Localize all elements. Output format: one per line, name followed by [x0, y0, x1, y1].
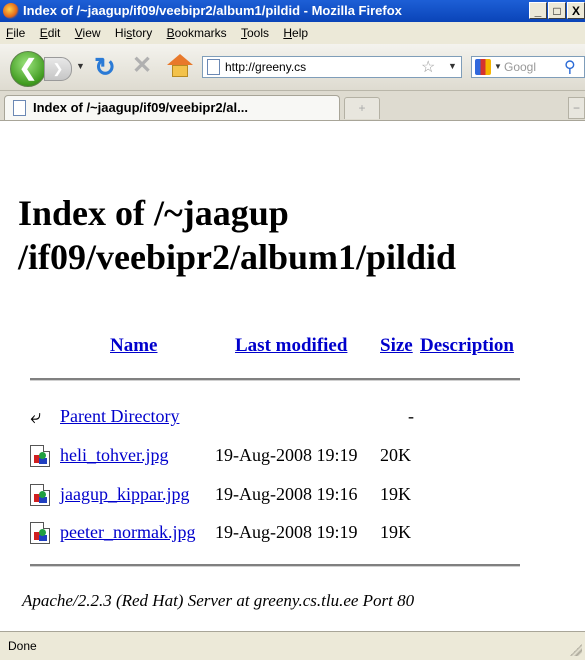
url-dropdown-icon[interactable]: ▼ — [448, 61, 457, 71]
file-size: 19K — [380, 484, 411, 504]
tab-strip: Index of /~jaagup/if09/veebipr2/al... + … — [0, 91, 585, 121]
reload-icon[interactable]: ↻ — [94, 53, 116, 81]
firefox-icon — [3, 3, 19, 19]
window-controls: _ □ X — [528, 2, 585, 20]
forward-arrow-icon: ❯ — [52, 61, 64, 76]
parent-directory-link[interactable]: Parent Directory — [60, 406, 179, 427]
url-text[interactable]: http://greeny.cs — [225, 60, 400, 74]
file-link[interactable]: peeter_normak.jpg — [60, 522, 195, 543]
file-size: - — [408, 406, 414, 426]
column-last-modified[interactable]: Last modified — [235, 335, 347, 357]
stop-icon[interactable]: ✕ — [132, 52, 152, 80]
divider — [30, 378, 520, 381]
maximize-button[interactable]: □ — [548, 2, 566, 19]
divider — [30, 564, 520, 567]
image-file-icon — [30, 522, 50, 544]
back-button[interactable]: ❮ — [10, 51, 46, 87]
menu-tools[interactable]: Tools — [241, 26, 269, 40]
file-link[interactable]: jaagup_kippar.jpg — [60, 484, 189, 505]
file-modified: 19-Aug-2008 19:19 — [215, 445, 358, 465]
close-button[interactable]: X — [567, 2, 585, 19]
resize-grip-icon[interactable] — [570, 644, 582, 656]
page-content: Index of /~jaagup /if09/veebipr2/album1/… — [0, 121, 585, 631]
home-icon[interactable] — [167, 54, 193, 78]
menu-bookmarks[interactable]: Bookmarks — [167, 26, 227, 40]
column-size[interactable]: Size — [380, 335, 413, 357]
file-modified: 19-Aug-2008 19:19 — [215, 522, 358, 542]
search-placeholder[interactable]: Googl — [504, 60, 536, 74]
image-file-icon — [30, 445, 50, 467]
url-bar[interactable]: http://greeny.cs ☆ ▼ — [202, 56, 462, 78]
file-size: 20K — [380, 445, 411, 465]
new-tab-button[interactable]: + — [344, 97, 380, 119]
search-box[interactable]: ▼ Googl ⚲ — [471, 56, 585, 78]
menu-edit[interactable]: Edit — [40, 26, 61, 40]
file-modified: 19-Aug-2008 19:16 — [215, 484, 358, 504]
window-title: Index of /~jaagup/if09/veebipr2/album1/p… — [23, 3, 402, 18]
search-engine-icon[interactable] — [475, 59, 491, 75]
title-bar: Index of /~jaagup/if09/veebipr2/album1/p… — [0, 0, 585, 22]
page-icon — [13, 100, 26, 116]
history-dropdown-icon[interactable]: ▼ — [76, 61, 85, 71]
page-icon — [207, 59, 220, 75]
magnifier-icon[interactable]: ⚲ — [564, 57, 576, 77]
tab-active[interactable]: Index of /~jaagup/if09/veebipr2/al... — [4, 95, 340, 120]
back-arrow-icon: ⤶ — [30, 406, 42, 428]
star-icon[interactable]: ☆ — [421, 57, 435, 77]
server-footer: Apache/2.2.3 (Red Hat) Server at greeny.… — [22, 591, 415, 610]
minimize-button[interactable]: _ — [529, 2, 547, 19]
navigation-toolbar: ❮ ❯ ▼ ↻ ✕ http://greeny.cs ☆ ▼ ▼ Googl ⚲ — [0, 44, 585, 91]
status-bar: Done — [0, 631, 585, 660]
menu-help[interactable]: Help — [283, 26, 308, 40]
file-size: 19K — [380, 522, 411, 542]
column-name[interactable]: Name — [110, 335, 157, 357]
menu-view[interactable]: View — [75, 26, 101, 40]
menu-bar: File Edit View History Bookmarks Tools H… — [0, 22, 585, 44]
status-text: Done — [8, 639, 37, 653]
engine-dropdown-icon[interactable]: ▼ — [494, 62, 502, 71]
image-file-icon — [30, 484, 50, 506]
file-link[interactable]: heli_tohver.jpg — [60, 445, 168, 466]
tab-scroll-icon[interactable]: − — [568, 97, 585, 119]
menu-history[interactable]: History — [115, 26, 152, 40]
back-arrow-icon: ❮ — [18, 55, 38, 80]
menu-file[interactable]: File — [6, 26, 25, 40]
column-description[interactable]: Description — [420, 335, 514, 357]
page-heading: Index of /~jaagup /if09/veebipr2/album1/… — [18, 193, 457, 277]
forward-button[interactable]: ❯ — [44, 57, 72, 81]
tab-label: Index of /~jaagup/if09/veebipr2/al... — [33, 100, 248, 115]
